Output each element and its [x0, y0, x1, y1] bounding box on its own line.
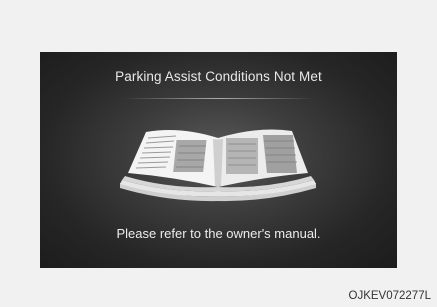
figure-code: OJKEV072277L: [348, 290, 431, 302]
open-book-icon: [120, 129, 316, 202]
title-divider: [124, 98, 314, 99]
warning-title: Parking Assist Conditions Not Met: [115, 69, 322, 84]
owner-manual-message: Please refer to the owner's manual.: [116, 226, 321, 241]
display-screen: Parking Assist Conditions Not Met Please…: [40, 52, 397, 268]
